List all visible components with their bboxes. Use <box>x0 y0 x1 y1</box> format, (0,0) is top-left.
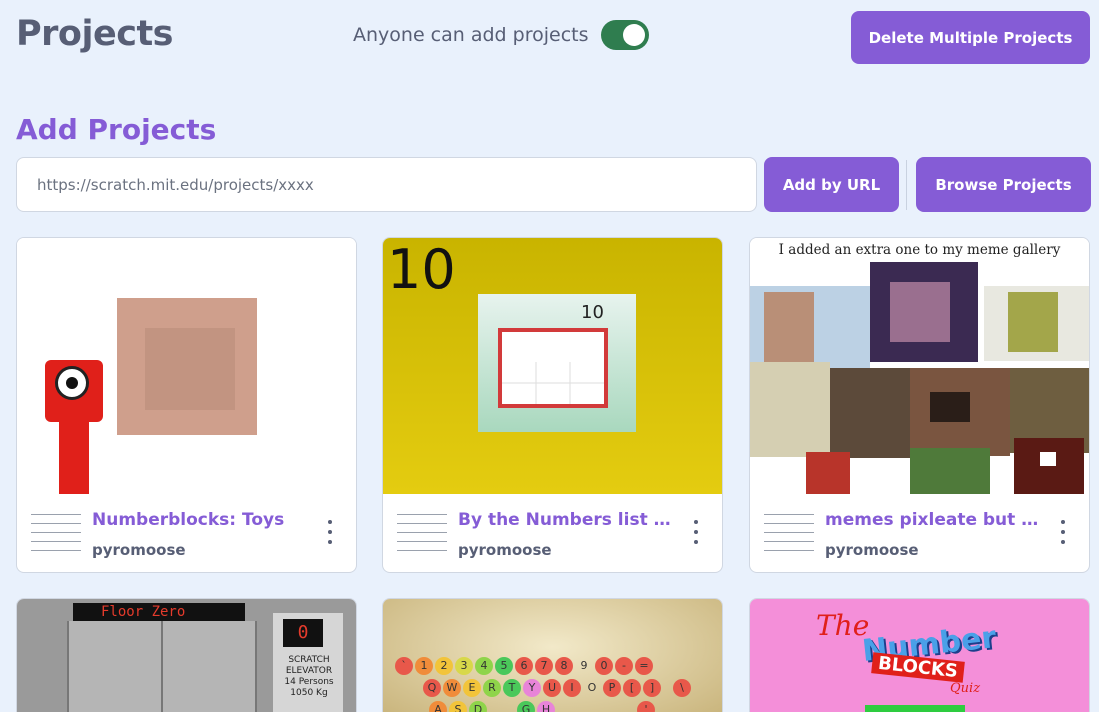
thumb-character-pupil <box>66 377 78 389</box>
project-thumbnail[interactable]: The Number BLOCKS Quiz <box>750 599 1089 712</box>
project-info: By the Numbers list (... pyromoose <box>383 494 722 572</box>
anyone-can-add-toggle-group: Anyone can add projects <box>353 20 649 50</box>
browse-projects-button[interactable]: Browse Projects <box>916 157 1091 212</box>
project-card[interactable]: 10 10 By the Numbers list (... pyromoose <box>382 237 723 573</box>
thumb-elevator-door-gap <box>161 621 163 712</box>
author-avatar <box>397 508 447 558</box>
thumb-number: 10 <box>387 238 456 301</box>
project-title[interactable]: By the Numbers list (... <box>458 510 673 530</box>
project-thumbnail[interactable]: I added an extra one to my meme gallery <box>750 238 1089 494</box>
thumb-character-leg <box>59 418 89 494</box>
project-title[interactable]: memes pixleate but i ... <box>825 510 1040 530</box>
thumb-elevator-label: SCRATCH ELEVATOR 14 Persons 1050 Kg <box>284 655 334 698</box>
project-thumbnail[interactable]: Floor Zero 0 SCRATCH ELEVATOR 14 Persons… <box>17 599 356 712</box>
author-avatar <box>764 508 814 558</box>
project-card[interactable]: I added an extra one to my meme gallery … <box>749 237 1090 573</box>
toggle-knob <box>622 24 645 46</box>
thumb-floor-number: 0 <box>283 619 323 647</box>
project-info: Numberblocks: Toys pyromoose <box>17 494 356 572</box>
thumb-start-bar <box>865 705 965 712</box>
project-thumbnail[interactable] <box>17 238 356 494</box>
project-title[interactable]: Numberblocks: Toys <box>92 510 307 530</box>
thumb-numberblock-grid <box>502 362 604 404</box>
delete-multiple-projects-button[interactable]: Delete Multiple Projects <box>851 11 1090 64</box>
project-author[interactable]: pyromoose <box>458 541 552 559</box>
thumb-caption: I added an extra one to my meme gallery <box>778 242 1061 258</box>
project-thumbnail[interactable]: ` 1 2 3 4 5 6 7 8 9 0 - = Q W E R T Y U … <box>383 599 722 712</box>
thumb-shape <box>145 328 235 410</box>
project-author[interactable]: pyromoose <box>825 541 919 559</box>
project-card[interactable]: Numberblocks: Toys pyromoose <box>16 237 357 573</box>
toggle-label: Anyone can add projects <box>353 24 589 46</box>
add-projects-heading: Add Projects <box>16 113 217 146</box>
anyone-can-add-toggle[interactable] <box>600 20 649 50</box>
add-by-url-button[interactable]: Add by URL <box>764 157 899 212</box>
project-info: memes pixleate but i ... pyromoose <box>750 494 1089 572</box>
more-options-icon[interactable] <box>1059 520 1067 544</box>
thumb-pixel-mosaic <box>750 262 1089 494</box>
project-thumbnail[interactable]: 10 10 <box>383 238 722 494</box>
project-card[interactable]: The Number BLOCKS Quiz <box>749 598 1090 712</box>
project-url-input[interactable] <box>16 157 757 212</box>
more-options-icon[interactable] <box>692 520 700 544</box>
thumb-floor-display: Floor Zero <box>73 603 245 621</box>
page-title: Projects <box>16 14 174 54</box>
thumb-title-quiz: Quiz <box>950 681 981 696</box>
author-avatar <box>31 508 81 558</box>
project-card[interactable]: Floor Zero 0 SCRATCH ELEVATOR 14 Persons… <box>16 598 357 712</box>
project-card[interactable]: ` 1 2 3 4 5 6 7 8 9 0 - = Q W E R T Y U … <box>382 598 723 712</box>
thumb-small-number: 10 <box>581 302 604 323</box>
more-options-icon[interactable] <box>326 520 334 544</box>
project-author[interactable]: pyromoose <box>92 541 186 559</box>
button-divider <box>906 160 907 210</box>
